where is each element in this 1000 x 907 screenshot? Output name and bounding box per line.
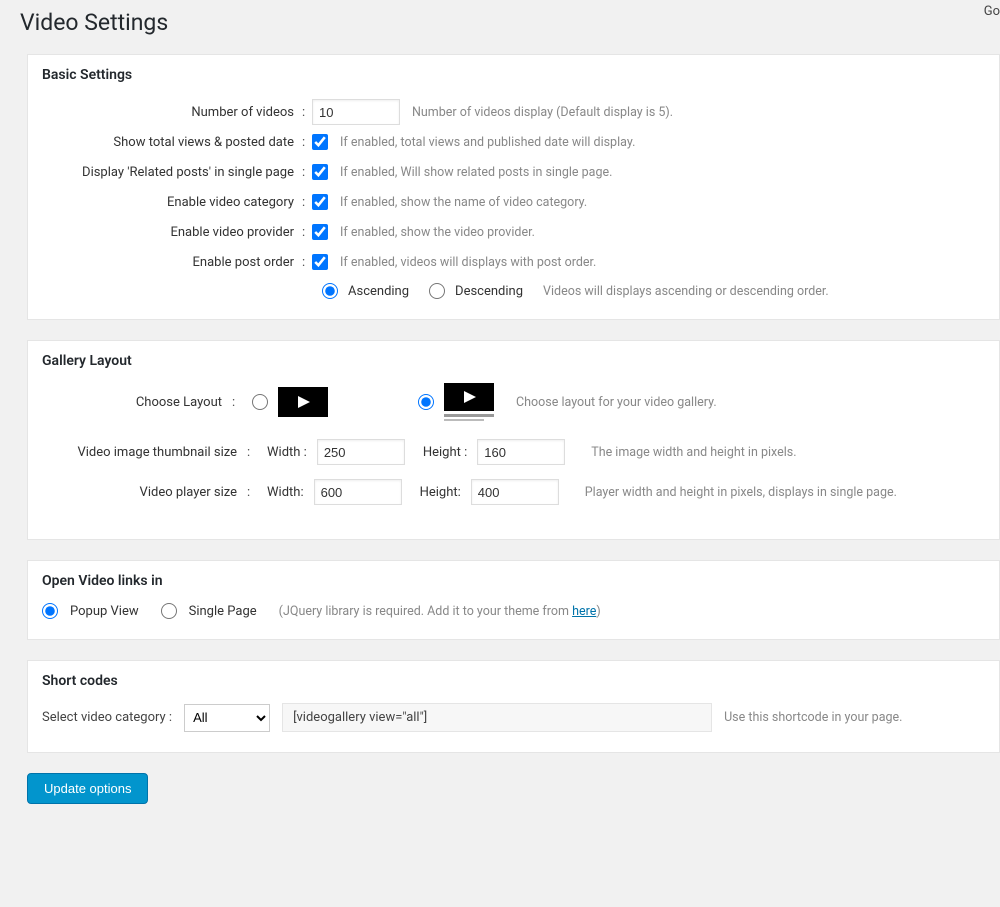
row-related: Display 'Related posts' in single page :…	[42, 157, 985, 187]
top-right-text: Go	[984, 4, 1000, 19]
basic-settings-panel: Basic Settings Number of videos : Number…	[27, 54, 1000, 320]
label-thumb-width: Width :	[267, 445, 307, 460]
select-video-category[interactable]: All	[184, 704, 270, 732]
row-open-links: Popup View Single Page (JQuery library i…	[42, 603, 985, 619]
link-here[interactable]: here	[572, 604, 596, 619]
gallery-layout-heading: Gallery Layout	[42, 353, 985, 369]
checkbox-provider[interactable]	[312, 224, 328, 240]
label-popup-view: Popup View	[70, 604, 139, 619]
radio-single-page[interactable]	[161, 603, 177, 619]
shortcodes-heading: Short codes	[42, 673, 985, 689]
label-player-size: Video player size	[42, 485, 237, 500]
radio-ascending[interactable]	[322, 283, 338, 299]
row-post-order: Enable post order : If enabled, videos w…	[42, 247, 985, 277]
layout-caption-icon	[444, 383, 494, 421]
hint-choose-layout: Choose layout for your video gallery.	[516, 395, 717, 410]
label-thumb-height: Height :	[423, 445, 467, 460]
input-player-width[interactable]	[314, 479, 402, 505]
open-links-panel: Open Video links in Popup View Single Pa…	[27, 560, 1000, 640]
hint-provider: If enabled, show the video provider.	[340, 225, 535, 240]
row-player-size: Video player size : Width: Height: Playe…	[42, 479, 985, 505]
label-player-height: Height:	[420, 485, 461, 500]
radio-layout-caption[interactable]	[418, 394, 434, 410]
open-links-heading: Open Video links in	[42, 573, 985, 589]
row-sort-order: Ascending Descending Videos will display…	[42, 283, 985, 299]
radio-layout-basic[interactable]	[252, 394, 268, 410]
shortcode-display: [videogallery view="all"]	[282, 703, 712, 732]
hint-thumb-size: The image width and height in pixels.	[591, 445, 796, 460]
row-category: Enable video category : If enabled, show…	[42, 187, 985, 217]
update-options-button[interactable]: Update options	[27, 773, 148, 804]
row-choose-layout: Choose Layout : Choose layout for your v…	[42, 383, 985, 421]
checkbox-category[interactable]	[312, 194, 328, 210]
input-num-videos[interactable]	[312, 99, 400, 125]
label-single-page: Single Page	[189, 604, 257, 619]
basic-settings-heading: Basic Settings	[42, 67, 985, 83]
shortcodes-panel: Short codes Select video category : All …	[27, 660, 1000, 753]
row-thumb-size: Video image thumbnail size : Width : Hei…	[42, 439, 985, 465]
label-select-category: Select video category :	[42, 710, 172, 725]
layout-basic-icon	[278, 387, 328, 417]
hint-shortcode: Use this shortcode in your page.	[724, 710, 902, 725]
label-choose-layout: Choose Layout	[42, 395, 222, 410]
label-num-videos: Number of videos	[42, 105, 302, 120]
input-thumb-width[interactable]	[317, 439, 405, 465]
hint-num-videos: Number of videos display (Default displa…	[412, 105, 673, 120]
label-descending: Descending	[455, 284, 523, 299]
input-player-height[interactable]	[471, 479, 559, 505]
hint-post-order: If enabled, videos will displays with po…	[340, 255, 596, 270]
radio-popup-view[interactable]	[42, 603, 58, 619]
hint-open-links: (JQuery library is required. Add it to y…	[279, 604, 601, 619]
hint-sort: Videos will displays ascending or descen…	[543, 284, 829, 299]
row-shortcode: Select video category : All [videogaller…	[42, 703, 985, 732]
checkbox-related[interactable]	[312, 164, 328, 180]
radio-descending[interactable]	[429, 283, 445, 299]
label-show-views: Show total views & posted date	[42, 135, 302, 150]
label-provider: Enable video provider	[42, 225, 302, 240]
row-num-videos: Number of videos : Number of videos disp…	[42, 97, 985, 127]
checkbox-post-order[interactable]	[312, 254, 328, 270]
row-provider: Enable video provider : If enabled, show…	[42, 217, 985, 247]
hint-player-size: Player width and height in pixels, displ…	[585, 485, 897, 500]
label-player-width: Width:	[267, 485, 304, 500]
label-thumb-size: Video image thumbnail size	[42, 445, 237, 460]
input-thumb-height[interactable]	[477, 439, 565, 465]
label-related: Display 'Related posts' in single page	[42, 165, 302, 180]
page-title: Video Settings	[0, 0, 1000, 54]
label-category: Enable video category	[42, 195, 302, 210]
gallery-layout-panel: Gallery Layout Choose Layout : Choose la…	[27, 340, 1000, 540]
label-ascending: Ascending	[348, 284, 409, 299]
hint-category: If enabled, show the name of video categ…	[340, 195, 587, 210]
row-show-views: Show total views & posted date : If enab…	[42, 127, 985, 157]
label-post-order: Enable post order	[42, 255, 302, 270]
hint-related: If enabled, Will show related posts in s…	[340, 165, 612, 180]
checkbox-show-views[interactable]	[312, 134, 328, 150]
hint-show-views: If enabled, total views and published da…	[340, 135, 635, 150]
